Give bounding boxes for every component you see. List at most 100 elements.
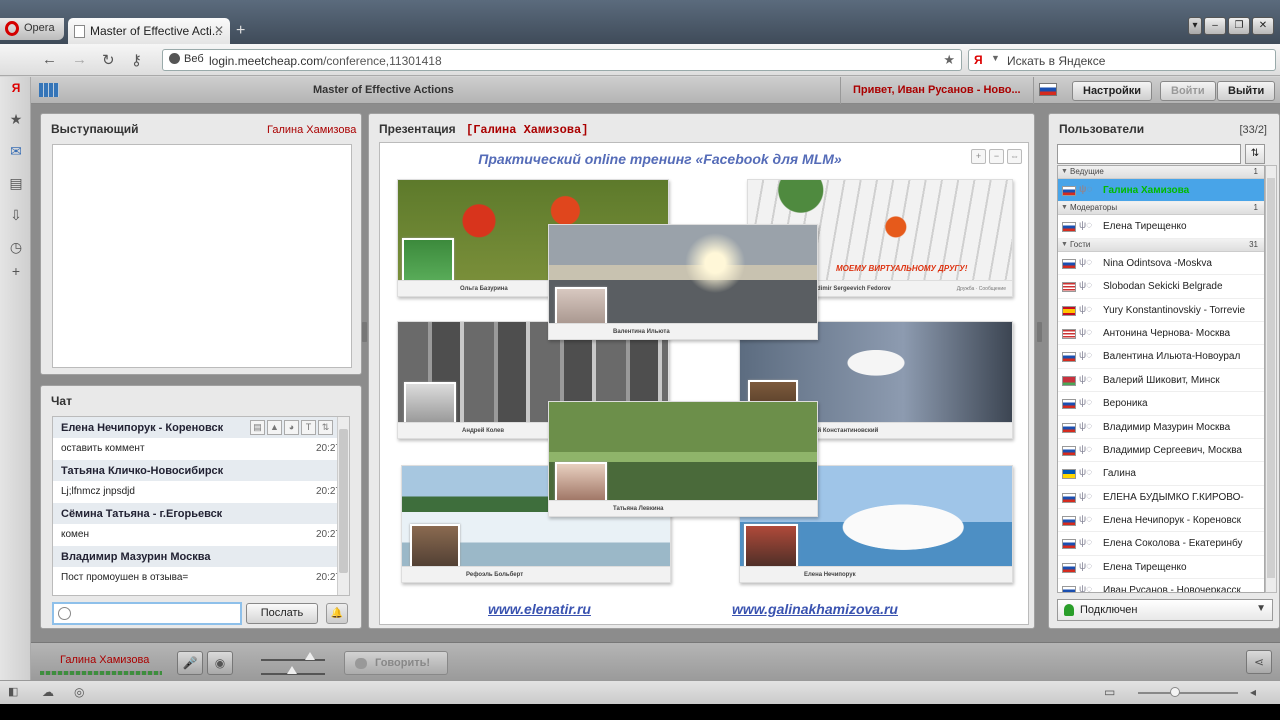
search-field[interactable]: Я ▼ Искать в Яндексе [968, 49, 1276, 71]
conference-title: Master of Effective Actions [313, 84, 454, 96]
user-item[interactable]: ψ◌ Елена Нечипорук - Кореновск [1058, 509, 1264, 533]
chat-scrollbar[interactable] [337, 417, 349, 595]
user-name: Галина Хамизова [1103, 185, 1190, 196]
back-icon[interactable]: ← [42, 51, 57, 68]
alert-bell-icon[interactable]: 🔔 [326, 603, 348, 624]
user-item[interactable]: ψ◌ Галина Хамизова [1058, 179, 1264, 203]
user-item[interactable]: ψ◌ Slobodan Sekicki Belgrade [1058, 275, 1264, 299]
address-bar[interactable]: Веб login.meetcheap.com/conference,11301… [162, 49, 962, 71]
user-item[interactable]: ψ◌ Валерий Шиковит, Минск [1058, 369, 1264, 393]
settings-button[interactable]: Настройки [1072, 81, 1153, 101]
talk-button[interactable]: Говорить! [344, 651, 448, 675]
users-search-input[interactable] [1057, 144, 1241, 164]
user-item[interactable]: ψ◌ Елена Тирещенко [1058, 556, 1264, 580]
group-header-guests[interactable]: ▼ Гости 31 [1058, 238, 1264, 252]
group-header-moderators[interactable]: ▼ Модераторы 1 [1058, 202, 1264, 216]
volume-slider[interactable] [261, 659, 325, 661]
chat-message-author: Татьяна Кличко-Новосибирск [53, 460, 349, 481]
emoticon-icon[interactable] [58, 607, 71, 620]
sort-icon[interactable]: ⇅ [1245, 144, 1265, 164]
new-tab-icon[interactable]: + [236, 22, 245, 40]
status-dropdown[interactable]: Подключен ▼ [1057, 599, 1273, 621]
zoom-out-icon[interactable]: − [989, 149, 1004, 164]
address-path: /conference,11301418 [323, 54, 442, 68]
volume-knob[interactable] [305, 652, 315, 660]
add-panel-icon[interactable]: + [8, 263, 24, 279]
chat-warning-icon[interactable]: ▲ [267, 420, 282, 435]
page-zoom-slider[interactable] [1138, 692, 1238, 694]
user-item[interactable]: ψ◌ Вероника [1058, 392, 1264, 416]
bookmark-star-icon[interactable]: ★ [943, 52, 955, 68]
key-icon[interactable]: ⚷ [131, 51, 142, 69]
webcam-icon[interactable]: ◉ [207, 651, 233, 675]
page-icon [74, 25, 85, 38]
user-item[interactable]: ψ◌ Елена Тирещенко [1058, 215, 1264, 239]
chat-font-icon[interactable]: T [301, 420, 316, 435]
page-zoom-knob[interactable] [1170, 687, 1180, 697]
country-flag-icon [1062, 352, 1076, 363]
close-window-icon[interactable]: ✕ [1252, 17, 1274, 35]
group-header-hosts[interactable]: ▼ Ведущие 1 [1058, 166, 1264, 179]
mail-icon[interactable]: ✉ [8, 143, 24, 160]
country-flag-icon [1062, 282, 1076, 293]
users-scroll-thumb[interactable] [1267, 178, 1275, 578]
minimize-icon[interactable]: – [1204, 17, 1226, 35]
reload-icon[interactable]: ↻ [102, 51, 115, 69]
user-item[interactable]: ψ◌ Yury Konstantinovskiy - Torrevie [1058, 299, 1264, 322]
user-item[interactable]: ψ◌ Nina Odintsova -Moskva [1058, 252, 1264, 276]
user-item[interactable]: ψ◌ Владимир Мазурин Москва [1058, 416, 1264, 439]
browser-tab[interactable]: Master of Effective Acti... ✕ [68, 18, 230, 44]
microphone-icon[interactable]: 🎤 [177, 651, 203, 675]
chat-input[interactable] [52, 602, 242, 625]
view-icon[interactable]: ▭ [1104, 685, 1115, 699]
mic-gain-knob[interactable] [287, 666, 297, 674]
chat-clear-icon[interactable]: ▤ [250, 420, 265, 435]
slide-link-right[interactable]: www.galinakhamizova.ru [732, 601, 898, 617]
zoom-menu-icon[interactable]: ◂ [1250, 685, 1256, 699]
group-name: Ведущие [1070, 167, 1104, 176]
card-bar [549, 323, 817, 339]
slide-link-left[interactable]: www.elenatir.ru [488, 601, 591, 617]
chat-sort-icon[interactable]: ⇅ [318, 420, 333, 435]
chat-message: Lj;lfnmcz jnpsdjd 20:27 [53, 481, 349, 503]
mic-icon: ψ◌ [1079, 560, 1093, 572]
login-button[interactable]: Войти [1160, 81, 1216, 101]
users-scrollbar[interactable] [1265, 165, 1277, 593]
right-splitter-handle[interactable] [1037, 322, 1042, 342]
user-item[interactable]: ψ◌ Владимир Сергеевич, Москва [1058, 439, 1264, 463]
notes-icon[interactable]: ▤ [8, 175, 24, 192]
unite-cloud-icon[interactable]: ☁ [42, 685, 54, 699]
left-splitter-handle[interactable] [362, 322, 367, 342]
turbo-icon[interactable]: ◎ [74, 685, 84, 699]
zoom-in-icon[interactable]: + [971, 149, 986, 164]
country-flag-icon [1062, 492, 1076, 503]
opera-menu-button[interactable]: Opera [0, 18, 64, 40]
panel-toggle-icon[interactable]: ◧ [8, 685, 18, 698]
close-tab-icon[interactable]: ✕ [214, 23, 224, 37]
share-icon[interactable]: ⋖ [1246, 650, 1272, 674]
bookmarks-icon[interactable]: ★ [8, 111, 24, 128]
tab-list-icon[interactable]: ▾ [1188, 17, 1202, 35]
logout-button[interactable]: Выйти [1217, 81, 1276, 101]
maximize-icon[interactable]: ❐ [1228, 17, 1250, 35]
downloads-icon[interactable]: ⇩ [8, 207, 24, 224]
chat-scroll-thumb[interactable] [339, 429, 348, 573]
history-icon[interactable]: ◷ [8, 239, 24, 256]
users-list: ▼ Ведущие 1 ψ◌ Галина Хамизова ▼ Модераторы 1… [1057, 165, 1265, 593]
user-item[interactable]: ψ◌ Антонина Чернова- Москва [1058, 322, 1264, 346]
user-item[interactable]: ψ◌ Елена Соколова - Екатеринбу [1058, 532, 1264, 556]
language-flag-icon[interactable] [1039, 83, 1057, 96]
chat-color-icon[interactable]: ◕ [284, 420, 299, 435]
yandex-panel-icon[interactable]: Я [8, 81, 24, 95]
user-item[interactable]: ψ◌ Валентина Ильюта-Новоурал [1058, 345, 1264, 369]
fit-page-icon[interactable]: ⇔ [1007, 149, 1022, 164]
user-item[interactable]: ψ◌ ЕЛЕНА БУДЫМКО Г.КИРОВО- [1058, 486, 1264, 510]
user-item[interactable]: ψ◌ Иван Русанов - Новочеркасск [1058, 579, 1264, 592]
send-button[interactable]: Послать [246, 603, 318, 624]
group-count: 1 [1253, 203, 1258, 213]
forward-icon[interactable]: → [72, 51, 87, 68]
audio-level-meter [40, 671, 162, 675]
chat-messages: Елена Нечипорук - Кореновск оставить ком… [52, 416, 350, 596]
user-item[interactable]: ψ◌ Галина [1058, 462, 1264, 486]
chevron-down-icon[interactable]: ▼ [991, 53, 1000, 63]
